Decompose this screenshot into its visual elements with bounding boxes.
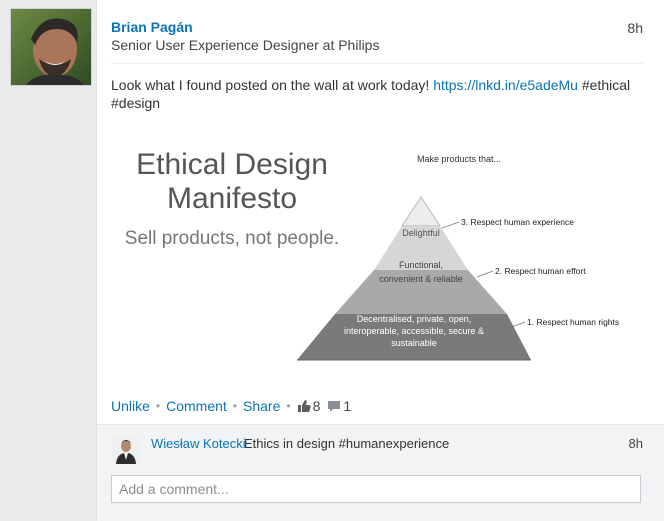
pyramid-apex <box>401 196 441 227</box>
comment-count[interactable]: 1 <box>343 398 351 414</box>
action-separator: • <box>155 399 161 413</box>
share-button[interactable]: Share <box>243 398 280 414</box>
commenter-name-link[interactable]: Wiesław Kotecki <box>151 436 246 451</box>
image-title-line1: Ethical Design <box>136 148 328 181</box>
add-comment-input[interactable] <box>111 475 641 503</box>
post-timestamp: 8h <box>627 20 643 36</box>
post-actions: Unlike • Comment • Share • 8 1 <box>111 398 354 414</box>
action-separator: • <box>286 399 291 413</box>
feed-post-card: Brian Pagán Senior User Experience Desig… <box>96 0 664 521</box>
post-link[interactable]: https://lnkd.in/e5adeMu <box>433 77 578 93</box>
header-divider <box>111 63 643 64</box>
author-avatar[interactable] <box>10 8 92 86</box>
comment-bubble-icon[interactable] <box>327 400 341 413</box>
tier-bottom-label-3: sustainable <box>391 338 437 348</box>
like-count[interactable]: 8 <box>313 398 321 414</box>
author-headline: Senior User Experience Designer at Phili… <box>111 37 380 53</box>
side-note-1: 1. Respect human rights <box>527 317 619 327</box>
tier-middle-label-2: convenient & reliable <box>379 274 463 284</box>
tier-bottom-label-2: interoperable, accessible, secure & <box>344 326 484 336</box>
post-body: Look what I found posted on the wall at … <box>111 77 434 93</box>
comment-text: Ethics in design #humanexperience <box>244 436 450 451</box>
post-text: Look what I found posted on the wall at … <box>111 76 631 112</box>
action-separator: • <box>232 399 237 413</box>
comment-button[interactable]: Comment <box>166 398 227 414</box>
image-caption: Make products that... <box>417 154 501 164</box>
commenter-avatar[interactable] <box>113 436 139 464</box>
comments-section: Wiesław Kotecki Ethics in design #humane… <box>97 424 664 521</box>
image-subtitle: Sell products, not people. <box>125 228 339 249</box>
tier-bottom-label-1: Decentralised, private, open, <box>357 314 472 324</box>
side-note-2: 2. Respect human effort <box>495 266 586 276</box>
thumbs-up-icon[interactable] <box>297 399 311 413</box>
tier-middle-label-1: Functional, <box>399 260 443 270</box>
comment-timestamp: 8h <box>628 436 643 451</box>
side-note-3: 3. Respect human experience <box>461 217 574 227</box>
post-image[interactable]: Ethical Design Manifesto Sell products, … <box>97 138 664 370</box>
author-name-link[interactable]: Brian Pagán <box>111 19 193 35</box>
image-title-line2: Manifesto <box>167 182 297 215</box>
unlike-button[interactable]: Unlike <box>111 398 150 414</box>
tier-top-label: Delightful <box>402 228 440 238</box>
